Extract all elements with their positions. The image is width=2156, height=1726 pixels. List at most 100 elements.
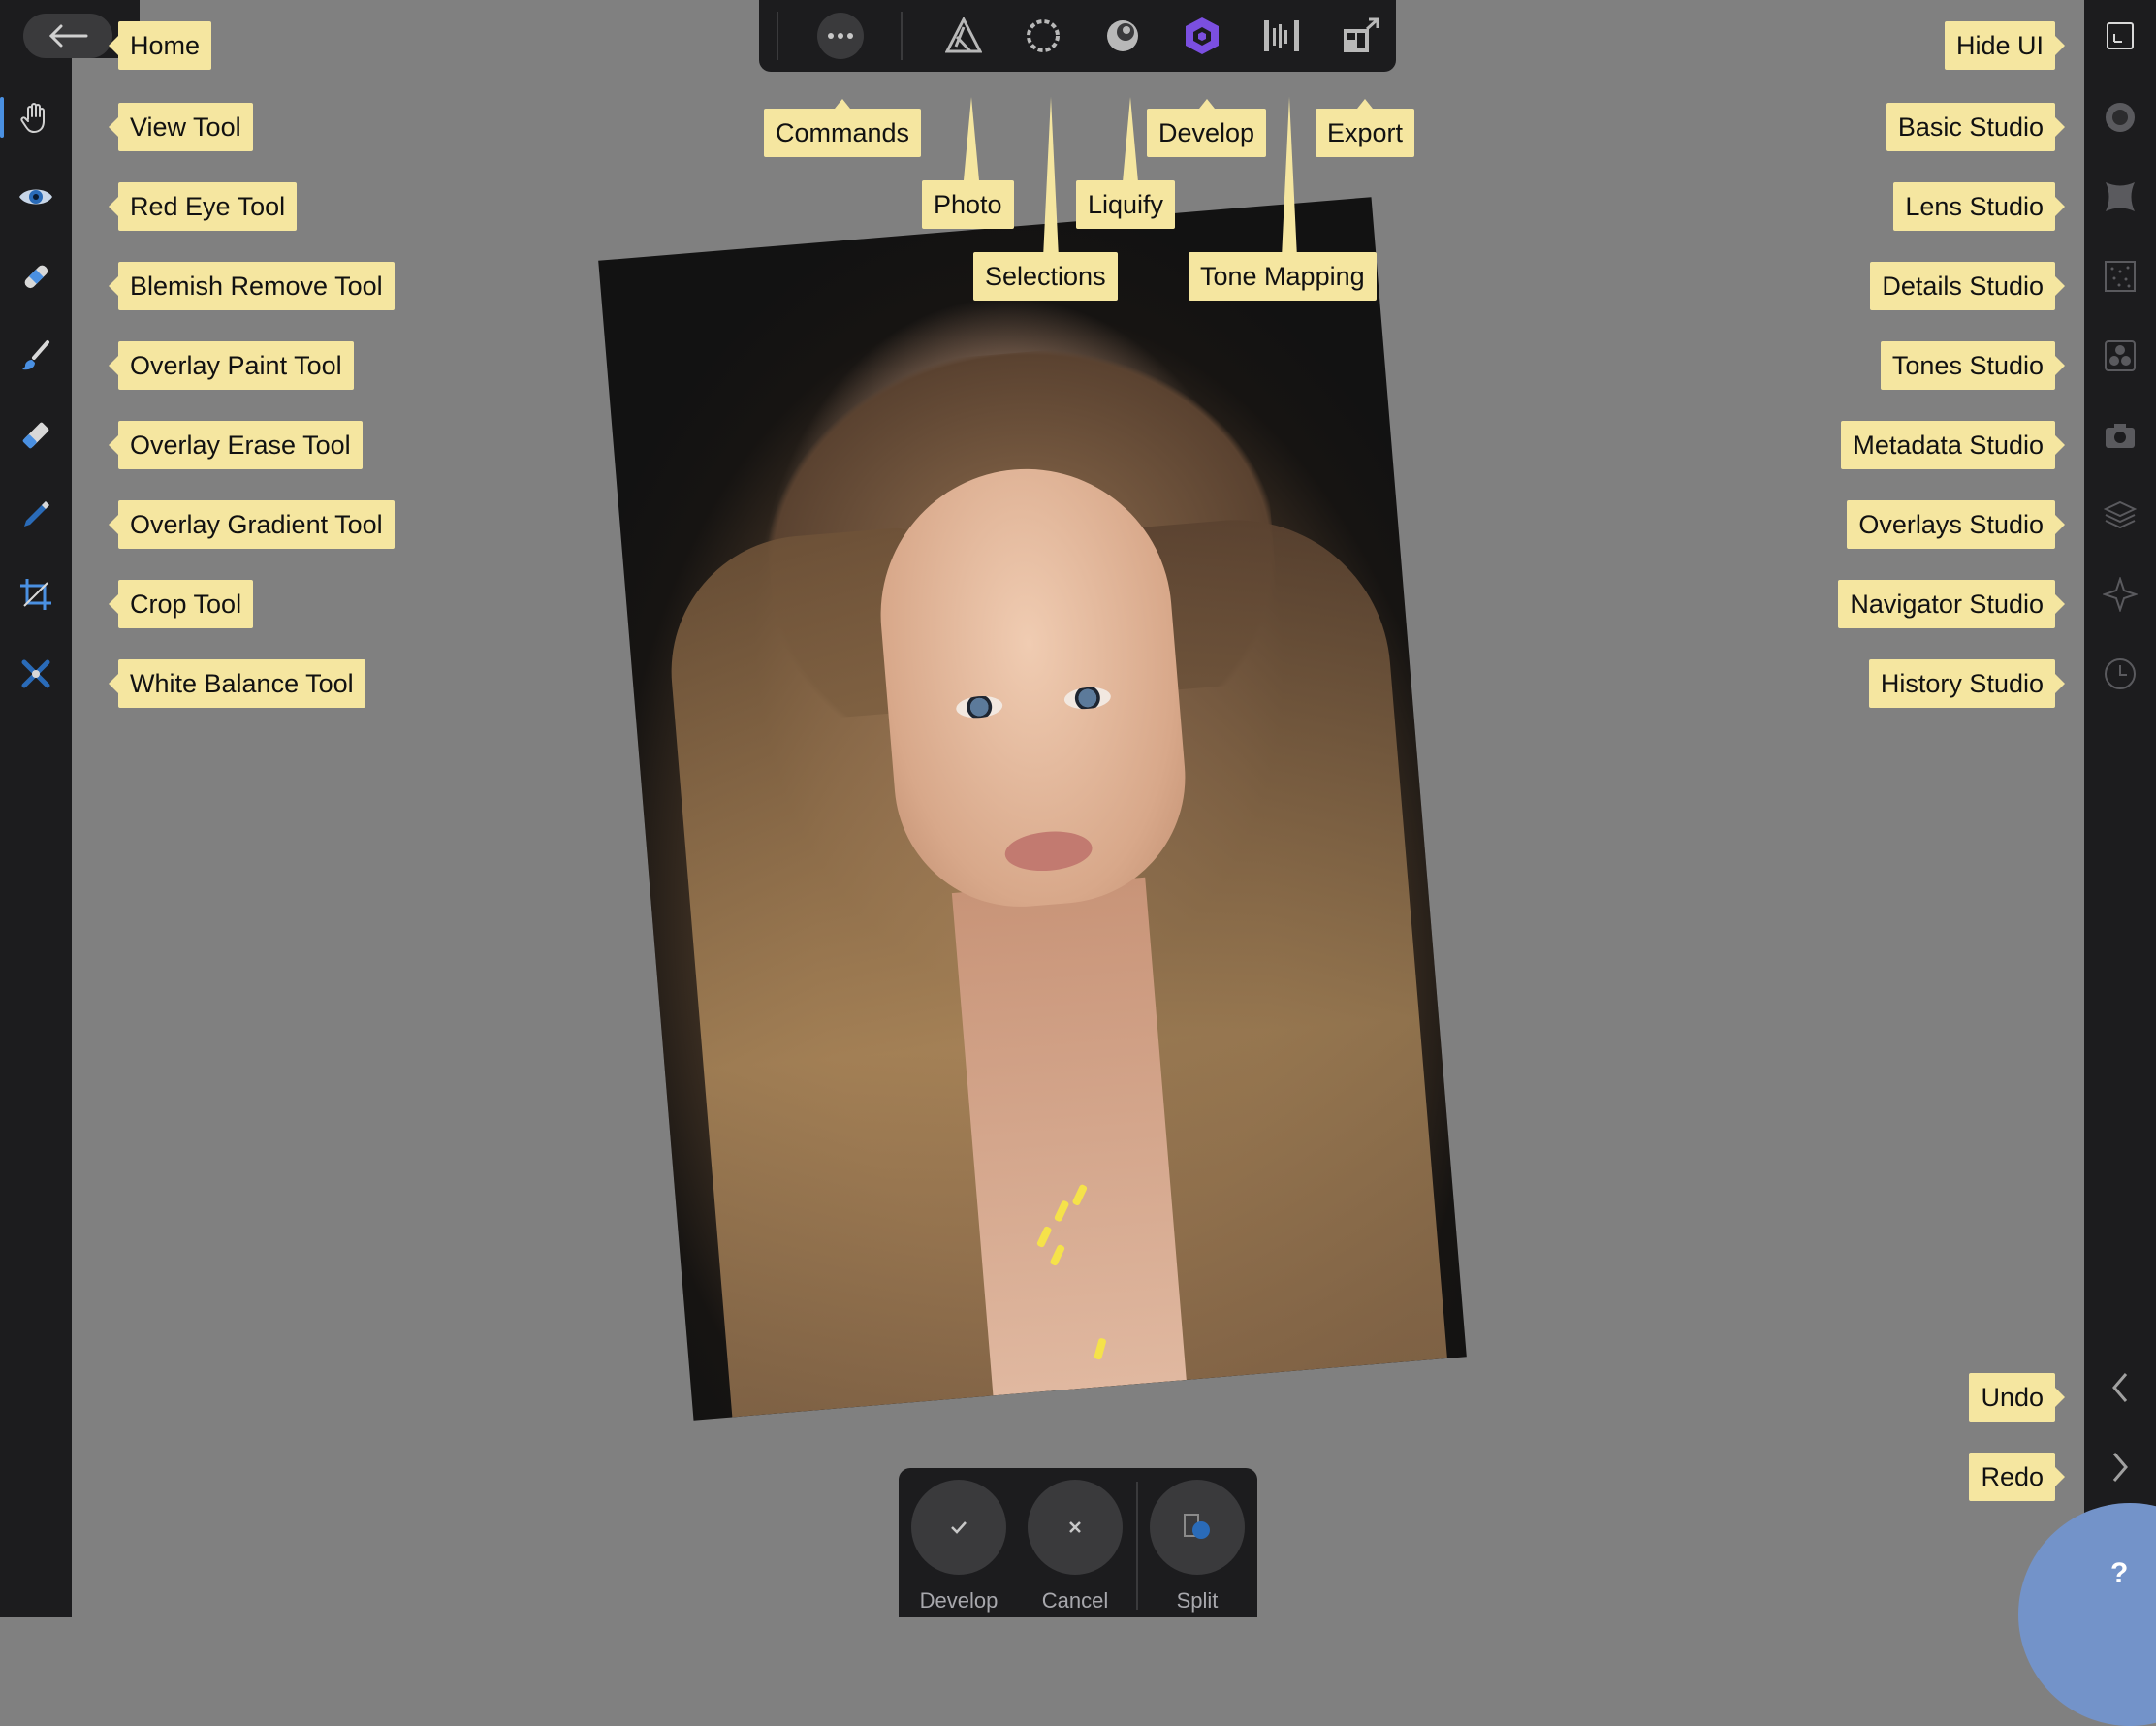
callout-history-studio: History Studio [1868, 659, 2066, 708]
hand-icon [20, 103, 45, 134]
split-view-icon [1184, 1514, 1210, 1539]
overlay-erase-tool[interactable] [10, 409, 62, 462]
lens-distortion-icon [2106, 182, 2135, 211]
action-bar-divider [1136, 1482, 1138, 1610]
develop-action-bar: Develop Cancel Split [899, 1468, 1257, 1617]
develop-persona-button[interactable] [1176, 10, 1228, 62]
toolbar-divider [901, 12, 903, 60]
split-view-button[interactable] [1150, 1480, 1245, 1575]
selections-persona-button[interactable] [1017, 10, 1069, 62]
export-icon [1344, 17, 1379, 52]
clock-icon [2105, 658, 2136, 689]
callout-details-studio: Details Studio [1870, 262, 2065, 310]
blemish-remove-tool[interactable] [10, 250, 62, 303]
develop-persona-icon [1186, 17, 1219, 54]
overlay-paint-tool[interactable] [10, 330, 62, 382]
eyedropper-icon [21, 659, 50, 688]
liquify-icon [1107, 20, 1138, 51]
callout-develop: Develop [1147, 99, 1267, 157]
chevron-right-icon [2112, 1453, 2128, 1482]
develop-apply-label: Develop [919, 1588, 999, 1613]
history-studio-button[interactable] [2094, 648, 2146, 700]
persona-toolbar [759, 0, 1396, 72]
callout-export: Export [1316, 99, 1415, 157]
callout-overlay-gradient-tool: Overlay Gradient Tool [109, 500, 395, 549]
home-button[interactable] [23, 14, 112, 58]
compass-icon [2103, 577, 2138, 612]
view-tool[interactable] [0, 91, 62, 144]
callout-hide-ui: Hide UI [1944, 21, 2066, 70]
callout-basic-studio: Basic Studio [1886, 103, 2066, 151]
photo-persona-button[interactable] [937, 10, 990, 62]
callout-metadata-studio: Metadata Studio [1841, 421, 2065, 469]
noise-grid-icon [2105, 261, 2136, 292]
cancel-button[interactable] [1028, 1480, 1123, 1575]
help-button[interactable]: ? [2018, 1503, 2156, 1726]
callout-red-eye-tool: Red Eye Tool [108, 182, 298, 231]
split-view-label: Split [1176, 1588, 1219, 1613]
toolbar-divider [777, 12, 778, 60]
callout-navigator-studio: Navigator Studio [1838, 580, 2065, 628]
callout-view-tool: View Tool [109, 103, 253, 151]
left-toolbar [0, 0, 140, 1617]
callout-crop-tool: Crop Tool [108, 580, 254, 628]
liquify-persona-button[interactable] [1096, 10, 1149, 62]
selection-circle-icon [1027, 19, 1060, 52]
photo-neck [951, 877, 1187, 1396]
callout-redo: Redo [1969, 1453, 2065, 1501]
tones-icon [2105, 340, 2136, 371]
crop-icon [20, 579, 51, 610]
callout-overlay-erase-tool: Overlay Erase Tool [109, 421, 363, 469]
crop-tool[interactable] [10, 568, 62, 621]
help-question-icon: ? [2110, 1557, 2129, 1589]
details-studio-button[interactable] [2094, 250, 2146, 303]
metadata-studio-button[interactable] [2094, 409, 2146, 462]
lens-studio-button[interactable] [2094, 171, 2146, 223]
navigator-studio-button[interactable] [2094, 568, 2146, 621]
callout-tones-studio: Tones Studio [1880, 341, 2066, 390]
callout-pointer [964, 97, 979, 180]
callout-tone-mapping: Tone Mapping [1189, 252, 1377, 301]
overlays-studio-button[interactable] [2094, 489, 2146, 541]
callout-selections: Selections [973, 252, 1118, 301]
undo-button[interactable] [2094, 1361, 2146, 1414]
photo-lips [1003, 828, 1094, 875]
redo-button[interactable] [2094, 1441, 2146, 1493]
chevron-left-icon [2112, 1373, 2128, 1402]
callout-overlays-studio: Overlays Studio [1847, 500, 2065, 549]
eraser-icon [22, 422, 49, 449]
eye-icon [19, 189, 52, 205]
photo-eye [955, 694, 1004, 720]
white-balance-tool[interactable] [10, 648, 62, 700]
layers-icon [2104, 500, 2137, 529]
callout-photo: Photo [922, 180, 1014, 229]
tones-studio-button[interactable] [2094, 330, 2146, 382]
overlay-gradient-tool[interactable] [10, 489, 62, 541]
callout-undo: Undo [1969, 1373, 2065, 1422]
cancel-label: Cancel [1041, 1588, 1109, 1613]
arrow-left-icon [48, 24, 88, 48]
more-dots-icon [817, 13, 864, 59]
photo-persona-icon [945, 17, 982, 53]
tone-mapping-persona-button[interactable] [1255, 10, 1308, 62]
callout-pointer [1123, 97, 1138, 182]
brush-icon [22, 340, 49, 370]
camera-icon [2106, 424, 2135, 448]
hide-ui-icon [2107, 22, 2134, 49]
develop-apply-button[interactable] [911, 1480, 1006, 1575]
export-persona-button[interactable] [1335, 10, 1387, 62]
callout-blemish-remove-tool: Blemish Remove Tool [109, 262, 395, 310]
red-eye-tool[interactable] [10, 171, 62, 223]
gradient-pen-icon [24, 501, 49, 527]
photo-eye [1063, 686, 1112, 711]
tone-mapping-icon [1264, 20, 1299, 51]
commands-button[interactable] [814, 10, 867, 62]
basic-studio-button[interactable] [2094, 91, 2146, 144]
callout-lens-studio: Lens Studio [1893, 182, 2065, 231]
callout-liquify: Liquify [1076, 180, 1176, 229]
callout-pointer [1043, 97, 1059, 258]
checkmark-icon [951, 1521, 967, 1534]
aperture-icon [2106, 103, 2135, 132]
hide-ui-button[interactable] [2094, 10, 2146, 62]
canvas-photo[interactable] [598, 197, 1467, 1421]
